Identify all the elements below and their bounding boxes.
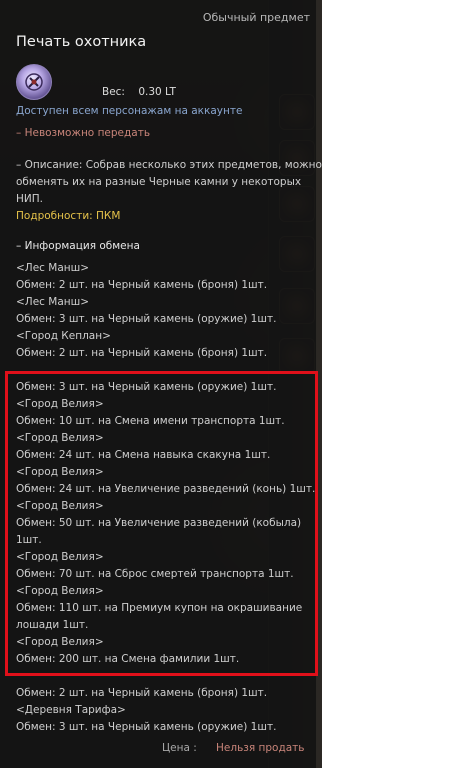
exchange-line: <Город Кеплан> xyxy=(16,330,111,342)
item-weight: Вес: 0.30 LT xyxy=(102,86,176,98)
exchange-line: <Деревня Тарифа> xyxy=(16,704,126,716)
details-hint: Подробности: ПКМ xyxy=(16,210,121,222)
exchange-line: Обмен: 2 шт. на Черный камень (броня) 1ш… xyxy=(16,279,268,291)
highlight-box xyxy=(5,371,318,676)
description-line: обменять их на разные Черные камни у нек… xyxy=(16,176,302,188)
description-line: НИП. xyxy=(16,193,43,205)
exchange-line: <Лес Манш> xyxy=(16,296,90,308)
no-transfer-note: – Невозможно передать xyxy=(16,127,151,139)
account-note: Доступен всем персонажам на аккаунте xyxy=(16,105,243,117)
price-label: Цена : xyxy=(162,742,197,754)
exchange-line: Обмен: 3 шт. на Черный камень (оружие) 1… xyxy=(16,313,277,325)
exchange-line: Обмен: 2 шт. на Черный камень (броня) 1ш… xyxy=(16,347,268,359)
description-line: – Описание: Собрав несколько этих предме… xyxy=(16,159,322,171)
item-title: Печать охотника xyxy=(16,34,147,50)
price-value: Нельзя продать xyxy=(216,742,305,754)
exchange-header: – Информация обмена xyxy=(16,240,140,252)
item-grade: Обычный предмет xyxy=(202,11,310,24)
exchange-line: Обмен: 3 шт. на Черный камень (оружие) 1… xyxy=(16,721,277,733)
seal-icon xyxy=(16,64,52,100)
exchange-line: <Лес Манш> xyxy=(16,262,90,274)
exchange-line: Обмен: 2 шт. на Черный камень (броня) 1ш… xyxy=(16,687,268,699)
